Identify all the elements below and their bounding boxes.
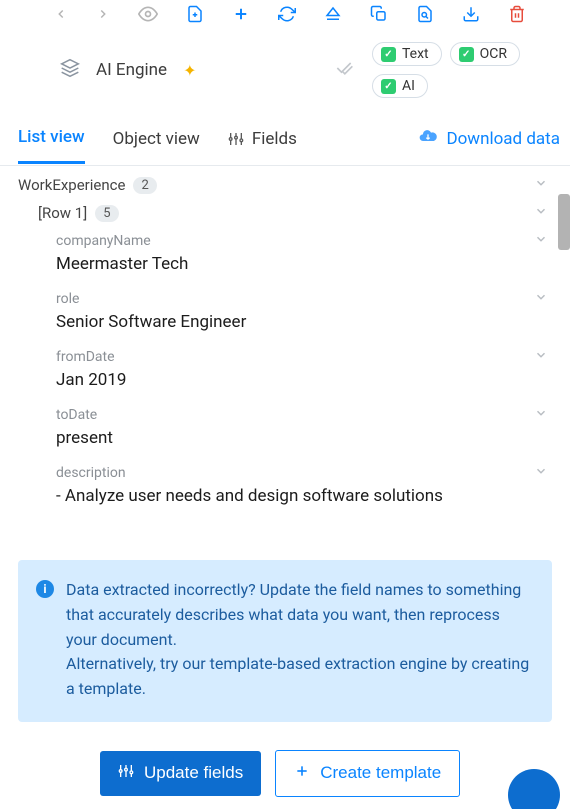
action-bar: Update fields Create template: [0, 722, 570, 797]
field-value: - Analyze user needs and design software…: [56, 486, 548, 506]
info-tip: i Data extracted incorrectly? Update the…: [18, 560, 552, 722]
trash-icon[interactable]: [508, 4, 526, 24]
plus-icon: [294, 763, 310, 784]
pill-label: Text: [402, 46, 429, 62]
file-plus-icon[interactable]: [186, 4, 204, 24]
field-companyName: companyName Meermaster Tech: [0, 226, 570, 284]
pill-ai[interactable]: ✓ AI: [372, 74, 428, 98]
chevron-down-icon[interactable]: [534, 406, 548, 424]
file-search-icon[interactable]: [416, 4, 434, 24]
field-value: Meermaster Tech: [56, 254, 548, 274]
tip-text: Data extracted incorrectly? Update the f…: [66, 578, 532, 702]
pill-label: OCR: [480, 46, 507, 62]
chevron-down-icon[interactable]: [534, 204, 548, 222]
info-icon: i: [36, 580, 54, 598]
button-label: Create template: [320, 763, 441, 783]
tab-list-view[interactable]: List view: [18, 127, 85, 164]
tabs: List view Object view Fields Download da…: [0, 112, 570, 166]
field-label: description: [56, 465, 126, 481]
pill-text[interactable]: ✓ Text: [372, 42, 442, 66]
engine-label: AI Engine: [96, 60, 167, 80]
field-toDate: toDate present: [0, 400, 570, 458]
count-badge: 2: [133, 177, 156, 194]
button-label: Update fields: [144, 763, 243, 783]
tip-line-1: Data extracted incorrectly? Update the f…: [66, 580, 521, 649]
pill-stack: ✓ Text ✓ OCR ✓ AI: [372, 42, 552, 98]
row-1[interactable]: [Row 1] 5: [0, 198, 570, 226]
pill-label: AI: [402, 78, 415, 94]
tab-label: List view: [18, 127, 85, 147]
tab-label: Fields: [252, 129, 297, 149]
field-label: fromDate: [56, 349, 115, 365]
layers-icon: [60, 58, 80, 82]
download-icon[interactable]: [462, 4, 480, 24]
field-fromDate: fromDate Jan 2019: [0, 342, 570, 400]
double-check-icon[interactable]: [334, 58, 354, 82]
tab-object-view[interactable]: Object view: [113, 129, 200, 163]
create-template-button[interactable]: Create template: [275, 750, 460, 797]
download-label: Download data: [446, 129, 560, 149]
count-badge: 5: [95, 205, 118, 222]
row-label: [Row 1]: [38, 204, 87, 222]
cloud-download-icon: [418, 126, 438, 151]
engine-row: AI Engine ✦ ✓ Text ✓ OCR ✓ AI: [0, 34, 570, 112]
update-fields-button[interactable]: Update fields: [100, 751, 261, 796]
field-value: present: [56, 428, 548, 448]
toolbar: [0, 0, 570, 34]
sliders-icon: [228, 131, 244, 147]
field-value: Jan 2019: [56, 370, 548, 390]
chevron-down-icon[interactable]: [534, 464, 548, 482]
eject-icon[interactable]: [324, 4, 342, 24]
plus-icon[interactable]: [232, 4, 250, 24]
tab-label: Object view: [113, 129, 200, 149]
tab-fields[interactable]: Fields: [228, 129, 297, 163]
field-role: role Senior Software Engineer: [0, 284, 570, 342]
scrollbar[interactable]: [558, 194, 570, 250]
chevron-down-icon[interactable]: [534, 232, 548, 250]
field-description: description - Analyze user needs and des…: [0, 458, 570, 516]
sliders-icon: [118, 763, 134, 784]
back-icon[interactable]: [54, 4, 68, 24]
copy-icon[interactable]: [370, 4, 388, 24]
check-icon: ✓: [381, 47, 396, 62]
field-label: toDate: [56, 407, 97, 423]
chevron-down-icon[interactable]: [534, 348, 548, 366]
field-label: companyName: [56, 233, 151, 249]
group-work-experience[interactable]: WorkExperience 2: [0, 166, 570, 198]
check-icon: ✓: [459, 47, 474, 62]
download-data-link[interactable]: Download data: [418, 126, 560, 165]
chevron-down-icon[interactable]: [534, 176, 548, 194]
pill-ocr[interactable]: ✓ OCR: [450, 42, 520, 66]
forward-icon[interactable]: [96, 4, 110, 24]
refresh-icon[interactable]: [278, 4, 296, 24]
sparkle-icon: ✦: [183, 61, 196, 80]
chevron-down-icon[interactable]: [534, 290, 548, 308]
field-label: role: [56, 291, 79, 307]
group-label: WorkExperience: [18, 176, 125, 194]
data-tree: WorkExperience 2 [Row 1] 5 companyName M…: [0, 166, 570, 542]
eye-icon[interactable]: [138, 4, 158, 24]
tip-line-2: Alternatively, try our template-based ex…: [66, 654, 529, 698]
field-value: Senior Software Engineer: [56, 312, 548, 332]
check-icon: ✓: [381, 79, 396, 94]
